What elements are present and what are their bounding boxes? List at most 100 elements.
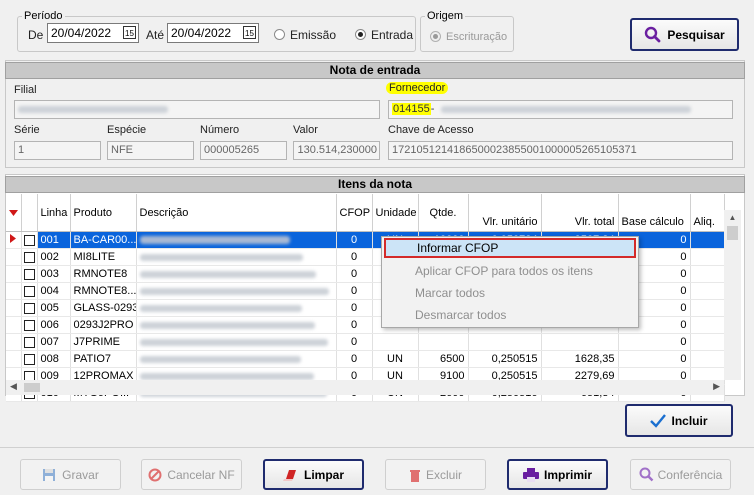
row-checkbox[interactable] [23,251,35,263]
row-indicator [6,333,22,351]
hscroll-thumb[interactable] [24,383,40,392]
cell-linha: 007 [37,333,71,351]
row-checkbox[interactable] [23,353,35,365]
de-label: De [28,28,44,42]
row-checkbox-cell[interactable] [21,333,38,351]
filial-field [14,100,380,119]
menu-item-aplicar-cfop[interactable]: Aplicar CFOP para todos os itens [384,261,636,281]
radio-entrada-label[interactable]: Entrada [371,28,413,42]
scroll-up-arrow[interactable]: ▲ [724,210,741,226]
especie-field: NFE [107,141,194,160]
eraser-icon [282,469,296,481]
header-vlr-total[interactable]: Vlr. total [541,194,619,232]
radio-emissao-label[interactable]: Emissão [290,28,336,42]
date-to-field[interactable]: 20/04/2022 15 [167,23,259,43]
chave-label: Chave de Acesso [388,124,474,136]
search-button-label: Pesquisar [667,27,725,42]
header-unidade[interactable]: Unidade [372,194,419,232]
header-aliq[interactable]: Aliq. [690,194,725,232]
vertical-scrollbar[interactable]: ▲ [724,210,741,380]
printer-icon [522,467,539,482]
row-checkbox-cell[interactable] [21,231,38,249]
header-descricao[interactable]: Descrição [136,194,337,232]
gravar-button-label: Gravar [62,467,99,482]
header-indicator[interactable] [6,194,22,232]
scroll-left-arrow[interactable]: ◀ [10,381,17,392]
checkmark-icon [650,413,667,428]
table-row[interactable]: 007 J7PRIME 0 0 [6,333,725,351]
descricao-redacted [139,321,315,329]
cell-linha: 004 [37,282,71,300]
periodo-legend: Período [24,10,63,22]
fornecedor-field: 014155- [388,100,733,119]
cell-aliq [690,333,725,351]
header-produto[interactable]: Produto [70,194,137,232]
row-checkbox-cell[interactable] [21,282,38,300]
cell-cfop: 0 [336,299,373,317]
row-checkbox[interactable] [23,234,35,246]
menu-item-desmarcar-todos[interactable]: Desmarcar todos [384,305,636,325]
row-checkbox[interactable] [23,302,35,314]
horizontal-scrollbar[interactable]: ◀ ▶ [6,380,724,395]
gravar-button[interactable]: Gravar [20,459,121,490]
cell-base-calculo: 0 [618,333,691,351]
cell-produto: BA-CAR00... [70,231,137,249]
scroll-right-arrow[interactable]: ▶ [713,381,720,392]
radio-escrituracao [430,31,441,42]
row-indicator [6,350,22,368]
header-base-calculo[interactable]: Base cálculo [618,194,691,232]
row-pointer-icon [10,234,17,243]
row-indicator [6,282,22,300]
descricao-redacted [139,355,301,363]
row-checkbox[interactable] [23,319,35,331]
header-qtde[interactable]: Qtde. [418,194,469,232]
fornecedor-name-redacted [441,105,692,113]
table-header-row: Linha Produto Descrição CFOP Unidade Qtd… [6,194,725,232]
limpar-button-label: Limpar [303,467,344,482]
search-button[interactable]: Pesquisar [630,18,739,51]
cell-unidade: UN [372,350,419,368]
calendar-icon[interactable]: 15 [123,26,136,39]
row-checkbox-cell[interactable] [21,299,38,317]
serie-field: 1 [14,141,101,160]
cell-produto: PATIO7 [70,350,137,368]
menu-item-informar-cfop[interactable]: Informar CFOP [384,238,636,258]
incluir-button[interactable]: Incluir [625,404,733,437]
cell-linha: 006 [37,316,71,334]
row-checkbox-cell[interactable] [21,248,38,266]
row-checkbox-cell[interactable] [21,265,38,283]
calendar-icon[interactable]: 15 [243,26,256,39]
header-vlr-unitario[interactable]: Vlr. unitário [468,194,542,232]
conferencia-button[interactable]: Conferência [630,459,731,490]
radio-entrada[interactable] [355,29,366,40]
descricao-redacted [139,236,290,245]
cell-descricao [136,265,337,283]
row-checkbox[interactable] [23,285,35,297]
row-checkbox-cell[interactable] [21,350,38,368]
header-linha[interactable]: Linha [37,194,71,232]
row-checkbox[interactable] [23,336,35,348]
table-row[interactable]: 008 PATIO7 0 UN 6500 0,250515 1628,35 0 [6,350,725,368]
imprimir-button-label: Imprimir [543,467,592,482]
header-check[interactable] [21,194,38,232]
cancelar-nf-button[interactable]: Cancelar NF [141,459,242,490]
row-indicator [6,231,22,249]
radio-emissao[interactable] [274,29,285,40]
imprimir-button[interactable]: Imprimir [507,459,608,490]
excluir-button[interactable]: Excluir [385,459,486,490]
cell-linha: 002 [37,248,71,266]
limpar-button[interactable]: Limpar [263,459,364,490]
origem-legend: Origem [427,10,464,22]
cell-unidade [372,333,419,351]
header-cfop[interactable]: CFOP [336,194,373,232]
cell-cfop: 0 [336,350,373,368]
row-checkbox-cell[interactable] [21,316,38,334]
valor-field: 130.514,230000 [293,141,380,160]
date-from-value: 20/04/2022 [51,26,112,40]
cell-aliq [690,299,725,317]
scroll-thumb[interactable] [727,226,738,240]
date-from-field[interactable]: 20/04/2022 15 [47,23,139,43]
row-checkbox[interactable] [23,268,35,280]
search-icon [645,26,661,43]
menu-item-marcar-todos[interactable]: Marcar todos [384,283,636,303]
